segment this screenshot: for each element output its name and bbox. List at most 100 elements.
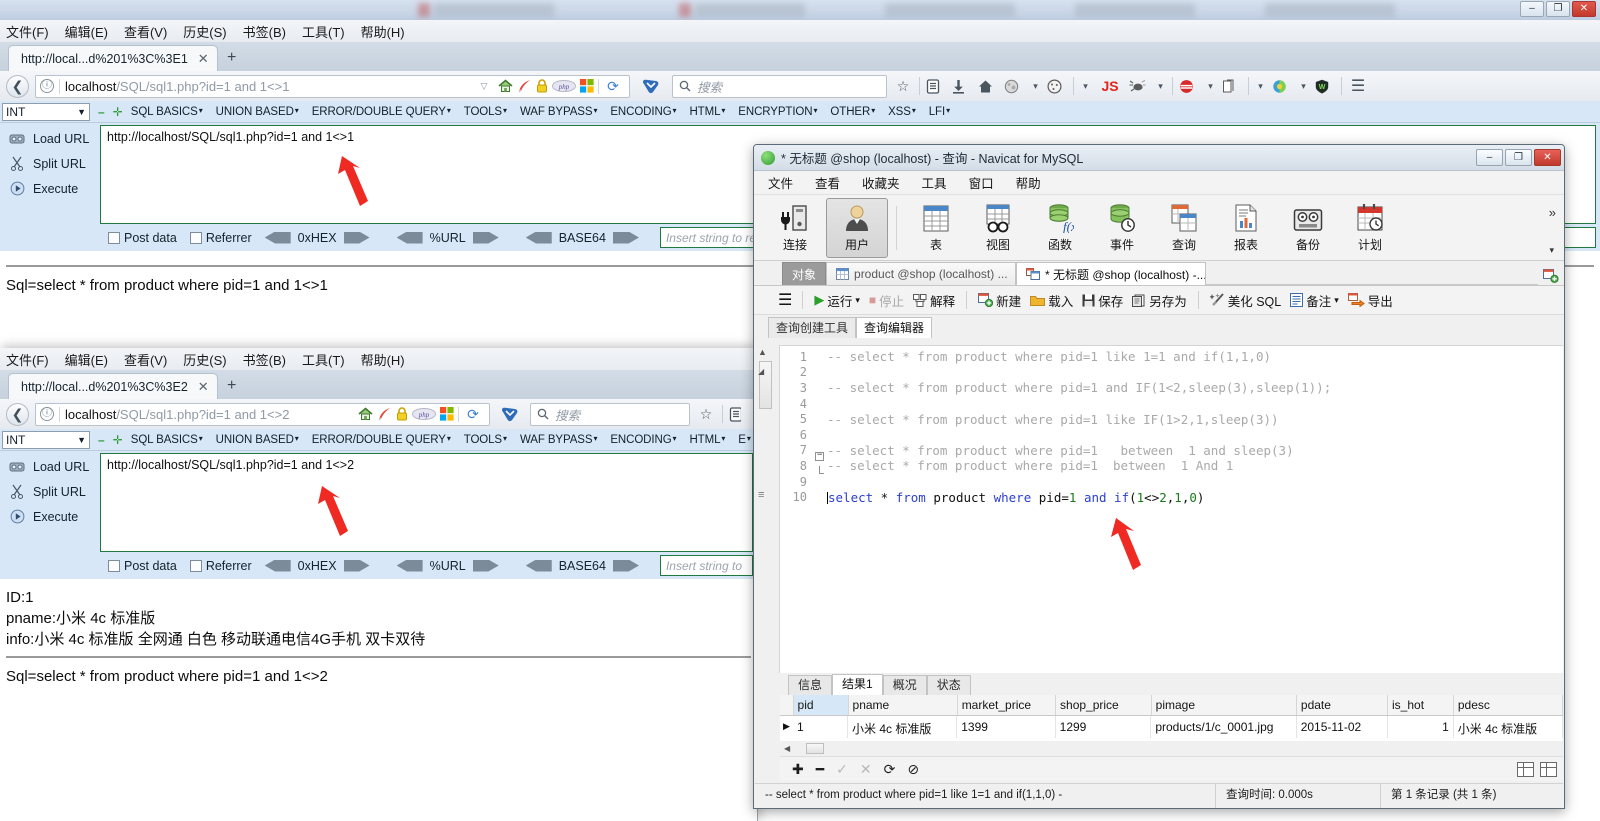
cell-market_price[interactable]: 1399 [957, 716, 1056, 738]
stop-loading-button[interactable]: ⊘ [907, 761, 919, 778]
chevron-down-icon-3[interactable]: ▾ [1155, 81, 1166, 92]
hackbar-menu-e[interactable]: E [738, 434, 751, 446]
toolbar-connection[interactable]: 连接 [764, 198, 826, 258]
pocket-icon[interactable] [636, 78, 666, 94]
hackbar-menu-union-based[interactable]: UNION BASED [216, 106, 299, 118]
chevron-down-icon-5[interactable]: ▾ [1255, 81, 1266, 92]
load-button[interactable]: 载入 [1030, 291, 1073, 310]
reload-icon[interactable]: ⟳ [463, 406, 483, 423]
new-tab-button[interactable]: + [218, 373, 246, 399]
editor-line[interactable]: 4 [780, 396, 1563, 412]
column-header-pimage[interactable]: pimage [1152, 695, 1297, 715]
toolbar-user[interactable]: 用户 [826, 197, 888, 258]
navicat-menu-file[interactable]: 文件 [768, 173, 793, 192]
menu-history[interactable]: 历史(S) [183, 22, 226, 41]
result-tab-结果1[interactable]: 结果1 [832, 674, 883, 695]
navicat-menu-favorites[interactable]: 收藏夹 [862, 173, 900, 192]
new-query-tab-button[interactable] [1538, 269, 1564, 285]
menu-edit[interactable]: 编辑(E) [65, 22, 108, 41]
adblock-shield-icon[interactable]: W [1315, 79, 1335, 94]
minimize-button[interactable]: – [1520, 1, 1544, 17]
result-tab-概况[interactable]: 概况 [882, 675, 927, 695]
chevron-down-icon-2[interactable]: ▾ [1080, 81, 1091, 92]
quill-icon[interactable] [377, 407, 392, 421]
hackbar-menu-error-double-query[interactable]: ERROR/DOUBLE QUERY [312, 106, 451, 118]
hackbar-menu-tools[interactable]: TOOLS [464, 434, 507, 446]
toolbar-function[interactable]: f(x) 函数 [1029, 198, 1091, 258]
load-url-button[interactable]: Load URL [0, 126, 100, 151]
result-panel[interactable]: 信息 结果1 概况 状态 pid pname market_price shop_price… [780, 673, 1563, 756]
navicat-menu-tools[interactable]: 工具 [922, 173, 947, 192]
menu-file[interactable]: 文件(F) [6, 22, 49, 41]
menu-help[interactable]: 帮助(H) [361, 22, 405, 41]
navicat-window-controls[interactable]: – ❐ ✕ [1476, 149, 1564, 166]
editor-line[interactable]: 7 -- select * from product where pid=1 be… [780, 443, 1563, 462]
hackbar-menu-lfi[interactable]: LFI [929, 106, 950, 118]
form-view-icon[interactable] [1540, 761, 1557, 777]
cell-shop_price[interactable]: 1299 [1056, 716, 1152, 738]
windows-icon[interactable] [580, 79, 594, 93]
browser-window-front[interactable]: 文件(F) 编辑(E) 查看(V) 历史(S) 书签(B) 工具(T) 帮助(H… [0, 348, 758, 821]
hackbar-menu-error-double-query[interactable]: ERROR/DOUBLE QUERY [312, 434, 451, 446]
browser-navbar-back[interactable]: ❮ ⓘ localhost/SQL/sql1.php?id=1 and 1<>1… [0, 71, 1600, 101]
page-copy-icon[interactable] [1222, 79, 1242, 94]
hackbar-options-front[interactable]: Post data Referrer 0xHEX %URL BASE64 Ins… [0, 552, 757, 579]
address-bar-front[interactable]: ⓘ localhost/SQL/sql1.php?id=1 and 1<>2 p… [35, 402, 490, 426]
hscroll-thumb[interactable] [806, 743, 825, 754]
browser-menubar-back[interactable]: 文件(F) 编辑(E) 查看(V) 历史(S) 书签(B) 工具(T) 帮助(H… [0, 20, 1600, 42]
menu-view[interactable]: 查看(V) [124, 22, 167, 41]
hackbar-minus-button[interactable]: – [98, 105, 105, 119]
cell-pname[interactable]: 小米 4c 标准版 [848, 716, 958, 738]
post-data-checkbox[interactable]: Post data [108, 231, 177, 245]
delete-record-button[interactable]: ━ [816, 761, 824, 778]
save-as-button[interactable]: 另存为 [1132, 291, 1187, 310]
column-header-is_hot[interactable]: is_hot [1388, 695, 1454, 715]
hackbar-menu-html[interactable]: HTML [689, 434, 725, 446]
tab-close-icon[interactable]: ✕ [198, 379, 209, 395]
toolbar-schedule[interactable]: 计划 [1339, 198, 1401, 258]
new-button[interactable]: 新建 [978, 291, 1021, 310]
hackbar-menu-encoding[interactable]: ENCODING [610, 106, 676, 118]
back-button[interactable]: ❮ [6, 74, 29, 98]
navicat-tab-objects[interactable]: 对象 [782, 262, 827, 285]
new-tab-button[interactable]: + [218, 45, 246, 71]
browser-tab-front[interactable]: http://local...d%201%3C%3E2 ✕ [8, 373, 218, 399]
split-url-button[interactable]: Split URL [0, 151, 100, 176]
search-box-back[interactable]: 搜索 [672, 74, 887, 98]
firebug-icon[interactable] [1129, 79, 1149, 93]
menu-tools[interactable]: 工具(T) [302, 350, 345, 369]
editor-line[interactable]: 8 -- select * from product where pid=1 be… [780, 458, 1563, 474]
navicat-query-toolbar[interactable]: ☰ ▶ 运行 ▾ ■ 停止 解释 新建 载入 保存 另存为 美化 SQL 备注 … [754, 286, 1564, 315]
editor-line[interactable]: 9 [780, 474, 1563, 490]
explain-button[interactable]: 解释 [913, 291, 955, 310]
refresh-button[interactable]: ⟳ [884, 761, 896, 778]
pocket-icon[interactable] [496, 406, 524, 422]
hackbar-menu-waf-bypass[interactable]: WAF BYPASS [520, 434, 597, 446]
replace-input-front[interactable]: Insert string to rep [659, 555, 753, 576]
js-toggle-icon[interactable]: JS [1097, 78, 1123, 94]
beautify-sql-button[interactable]: 美化 SQL [1209, 291, 1281, 310]
site-info-icon[interactable]: ⓘ [40, 79, 54, 93]
panel-collapse-icon[interactable]: ◢ [758, 367, 764, 376]
cell-pid[interactable]: 1 [793, 716, 848, 738]
lock-icon[interactable] [396, 407, 408, 421]
note-button[interactable]: 备注 ▾ [1290, 291, 1339, 310]
url-encoder[interactable]: %URL [396, 231, 499, 245]
navicat-minimize-button[interactable]: – [1476, 149, 1503, 166]
hackbar-actions-front[interactable]: Load URL Split URL Execute [0, 451, 100, 552]
bookmark-star-icon[interactable]: ☆ [696, 406, 716, 423]
stop-button[interactable]: ■ 停止 [869, 291, 904, 310]
browser-navbar-front[interactable]: ❮ ⓘ localhost/SQL/sql1.php?id=1 and 1<>2 [0, 399, 757, 429]
browser-tab-back[interactable]: http://local...d%201%3C%3E1 ✕ [8, 45, 218, 71]
hackbar-menu-html[interactable]: HTML [689, 106, 725, 118]
php-icon[interactable]: php [412, 408, 436, 420]
toolbar-overflow-icon[interactable]: » [1549, 205, 1556, 220]
hackbar-menu-union-based[interactable]: UNION BASED [216, 434, 299, 446]
editor-line[interactable]: 3 -- select * from product where pid=1 an… [780, 380, 1563, 396]
editor-line[interactable]: 2 [780, 365, 1563, 381]
cookie-icon[interactable] [1047, 78, 1067, 94]
toolbar-event[interactable]: 事件 [1091, 198, 1153, 258]
toolbar-report[interactable]: 报表 [1215, 198, 1277, 258]
hackbar-plus-button[interactable]: ✛ [113, 105, 123, 119]
menu-file[interactable]: 文件(F) [6, 350, 49, 369]
